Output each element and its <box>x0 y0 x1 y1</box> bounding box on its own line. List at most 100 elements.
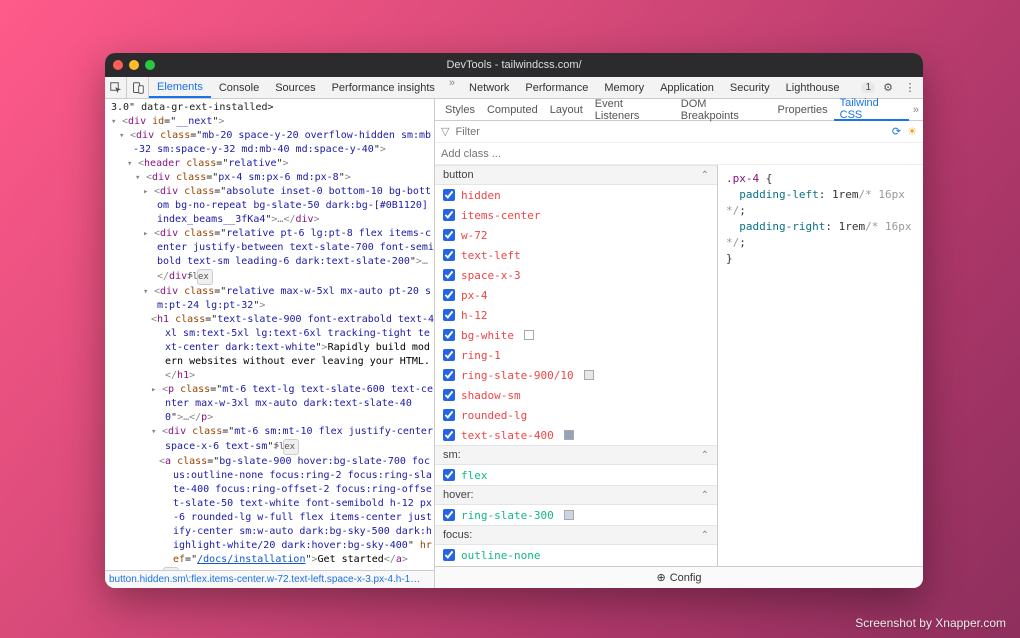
issue-count-badge[interactable]: 1 <box>861 82 875 93</box>
styles-panel: StylesComputedLayoutEvent ListenersDOM B… <box>435 99 923 588</box>
tab-console[interactable]: Console <box>211 77 267 98</box>
window-title: DevTools - tailwindcss.com/ <box>105 59 923 71</box>
class-row-shadow-sm[interactable]: shadow-sm <box>435 385 717 405</box>
filter-row: ▽ ⟳ ☀ <box>435 121 923 143</box>
class-checkbox[interactable] <box>443 269 455 281</box>
class-row-space-x-3[interactable]: space-x-3 <box>435 265 717 285</box>
class-row-bg-white[interactable]: bg-white <box>435 325 717 345</box>
refresh-icon[interactable]: ⟳ <box>892 125 901 138</box>
class-name: bg-white <box>461 329 514 342</box>
class-checkbox[interactable] <box>443 349 455 361</box>
class-row-hidden[interactable]: hidden <box>435 185 717 205</box>
tab-performance[interactable]: Performance <box>517 77 596 98</box>
tab-elements[interactable]: Elements <box>149 77 211 98</box>
dom-node[interactable]: <div class="mb-20 space-y-20 overflow-hi… <box>119 129 434 157</box>
class-row-flex[interactable]: flex <box>435 465 717 485</box>
config-label: Config <box>670 572 702 584</box>
class-checkbox[interactable] <box>443 429 455 441</box>
class-checkbox[interactable] <box>443 469 455 481</box>
subtab-tailwind-css[interactable]: Tailwind CSS <box>834 100 909 121</box>
watermark: Screenshot by Xnapper.com <box>855 616 1006 630</box>
subtabs-overflow-icon[interactable]: » <box>909 104 923 116</box>
breadcrumb[interactable]: button.hidden.sm\:flex.items-center.w-72… <box>105 570 434 588</box>
dom-node[interactable]: <h1 class="text-slate-900 font-extrabold… <box>151 313 434 383</box>
subtab-styles[interactable]: Styles <box>439 99 481 120</box>
sub-tab-bar: StylesComputedLayoutEvent ListenersDOM B… <box>435 99 923 121</box>
variant-header-focus[interactable]: focus:⌃ <box>435 525 717 545</box>
class-checkbox[interactable] <box>443 309 455 321</box>
class-checkbox[interactable] <box>443 229 455 241</box>
class-checkbox[interactable] <box>443 189 455 201</box>
class-checkbox[interactable] <box>443 389 455 401</box>
class-checkbox[interactable] <box>443 549 455 561</box>
class-checkbox[interactable] <box>443 409 455 421</box>
class-checkbox[interactable] <box>443 289 455 301</box>
tab-security[interactable]: Security <box>722 77 778 98</box>
dom-node[interactable]: <div class="relative pt-6 lg:pt-8 flex i… <box>143 227 434 285</box>
class-name: shadow-sm <box>461 389 521 402</box>
class-name: ring-slate-300 <box>461 509 554 522</box>
more-icon[interactable]: ⋮ <box>901 81 919 94</box>
subtab-layout[interactable]: Layout <box>544 99 589 120</box>
dom-node[interactable]: <div class="relative max-w-5xl mx-auto p… <box>143 285 434 313</box>
filter-input[interactable] <box>455 126 885 138</box>
class-checkbox[interactable] <box>443 249 455 261</box>
class-checkbox[interactable] <box>443 369 455 381</box>
dom-node[interactable]: <p class="mt-6 text-lg text-slate-600 te… <box>151 383 434 425</box>
tab-performance-insights[interactable]: Performance insights <box>324 77 443 98</box>
subtab-dom-breakpoints[interactable]: DOM Breakpoints <box>675 99 772 120</box>
dom-node[interactable]: 3.0" data-gr-ext-installed> <box>111 101 434 115</box>
tailwind-class-list[interactable]: button⌃hiddenitems-centerw-72text-leftsp… <box>435 165 718 566</box>
tab-memory[interactable]: Memory <box>596 77 652 98</box>
class-row-ring-1[interactable]: ring-1 <box>435 345 717 365</box>
tabs-overflow-icon[interactable]: » <box>443 77 461 98</box>
element-header[interactable]: button⌃ <box>435 165 717 185</box>
class-row-text-slate-400[interactable]: text-slate-400 <box>435 425 717 445</box>
add-class-input[interactable] <box>441 148 917 160</box>
filter-icon: ▽ <box>441 125 449 138</box>
class-row-w-72[interactable]: w-72 <box>435 225 717 245</box>
tab-sources[interactable]: Sources <box>267 77 323 98</box>
class-row-ring-slate-300[interactable]: ring-slate-300 <box>435 505 717 525</box>
class-row-items-center[interactable]: items-center <box>435 205 717 225</box>
tab-application[interactable]: Application <box>652 77 722 98</box>
class-checkbox[interactable] <box>443 509 455 521</box>
tab-lighthouse[interactable]: Lighthouse <box>778 77 848 98</box>
variant-header-sm[interactable]: sm:⌃ <box>435 445 717 465</box>
class-row-rounded-lg[interactable]: rounded-lg <box>435 405 717 425</box>
devtools-window: DevTools - tailwindcss.com/ ElementsCons… <box>105 53 923 588</box>
dom-node[interactable]: <div id="__next"> <box>111 115 434 129</box>
config-bar[interactable]: ⊕ Config <box>435 566 923 588</box>
subtab-computed[interactable]: Computed <box>481 99 544 120</box>
device-icon[interactable] <box>127 77 149 98</box>
tab-network[interactable]: Network <box>461 77 517 98</box>
class-name: rounded-lg <box>461 409 527 422</box>
dom-node[interactable]: <header class="relative"> <box>127 157 434 171</box>
dom-node[interactable]: <div class="absolute inset-0 bottom-10 b… <box>143 185 434 227</box>
subtab-properties[interactable]: Properties <box>771 99 833 120</box>
class-name: text-slate-400 <box>461 429 554 442</box>
class-name: outline-none <box>461 549 540 562</box>
class-checkbox[interactable] <box>443 209 455 221</box>
class-row-outline-none[interactable]: outline-none <box>435 545 717 565</box>
class-row-h-12[interactable]: h-12 <box>435 305 717 325</box>
inspect-icon[interactable] <box>105 77 127 98</box>
class-name: ring-slate-900/10 <box>461 369 574 382</box>
color-swatch <box>584 370 594 380</box>
class-row-px-4[interactable]: px-4 <box>435 285 717 305</box>
dom-node[interactable]: <a class="bg-slate-900 hover:bg-slate-70… <box>159 455 434 567</box>
color-swatch <box>564 430 574 440</box>
subtab-event-listeners[interactable]: Event Listeners <box>589 99 675 120</box>
sun-icon[interactable]: ☀ <box>907 125 917 138</box>
add-class-row <box>435 143 923 165</box>
dom-tree[interactable]: 3.0" data-gr-ext-installed><div id="__ne… <box>105 99 434 570</box>
settings-icon[interactable]: ⚙ <box>879 81 897 94</box>
variant-header-hover[interactable]: hover:⌃ <box>435 485 717 505</box>
class-row-ring-slate-900-10[interactable]: ring-slate-900/10 <box>435 365 717 385</box>
dom-node[interactable]: <div class="mt-6 sm:mt-10 flex justify-c… <box>151 425 434 455</box>
css-output: .px-4 { padding-left: 1rem/* 16px */; pa… <box>718 165 923 566</box>
class-checkbox[interactable] <box>443 329 455 341</box>
dom-node[interactable]: <div class="px-4 sm:px-6 md:px-8"> <box>135 171 434 185</box>
titlebar: DevTools - tailwindcss.com/ <box>105 53 923 77</box>
class-row-text-left[interactable]: text-left <box>435 245 717 265</box>
